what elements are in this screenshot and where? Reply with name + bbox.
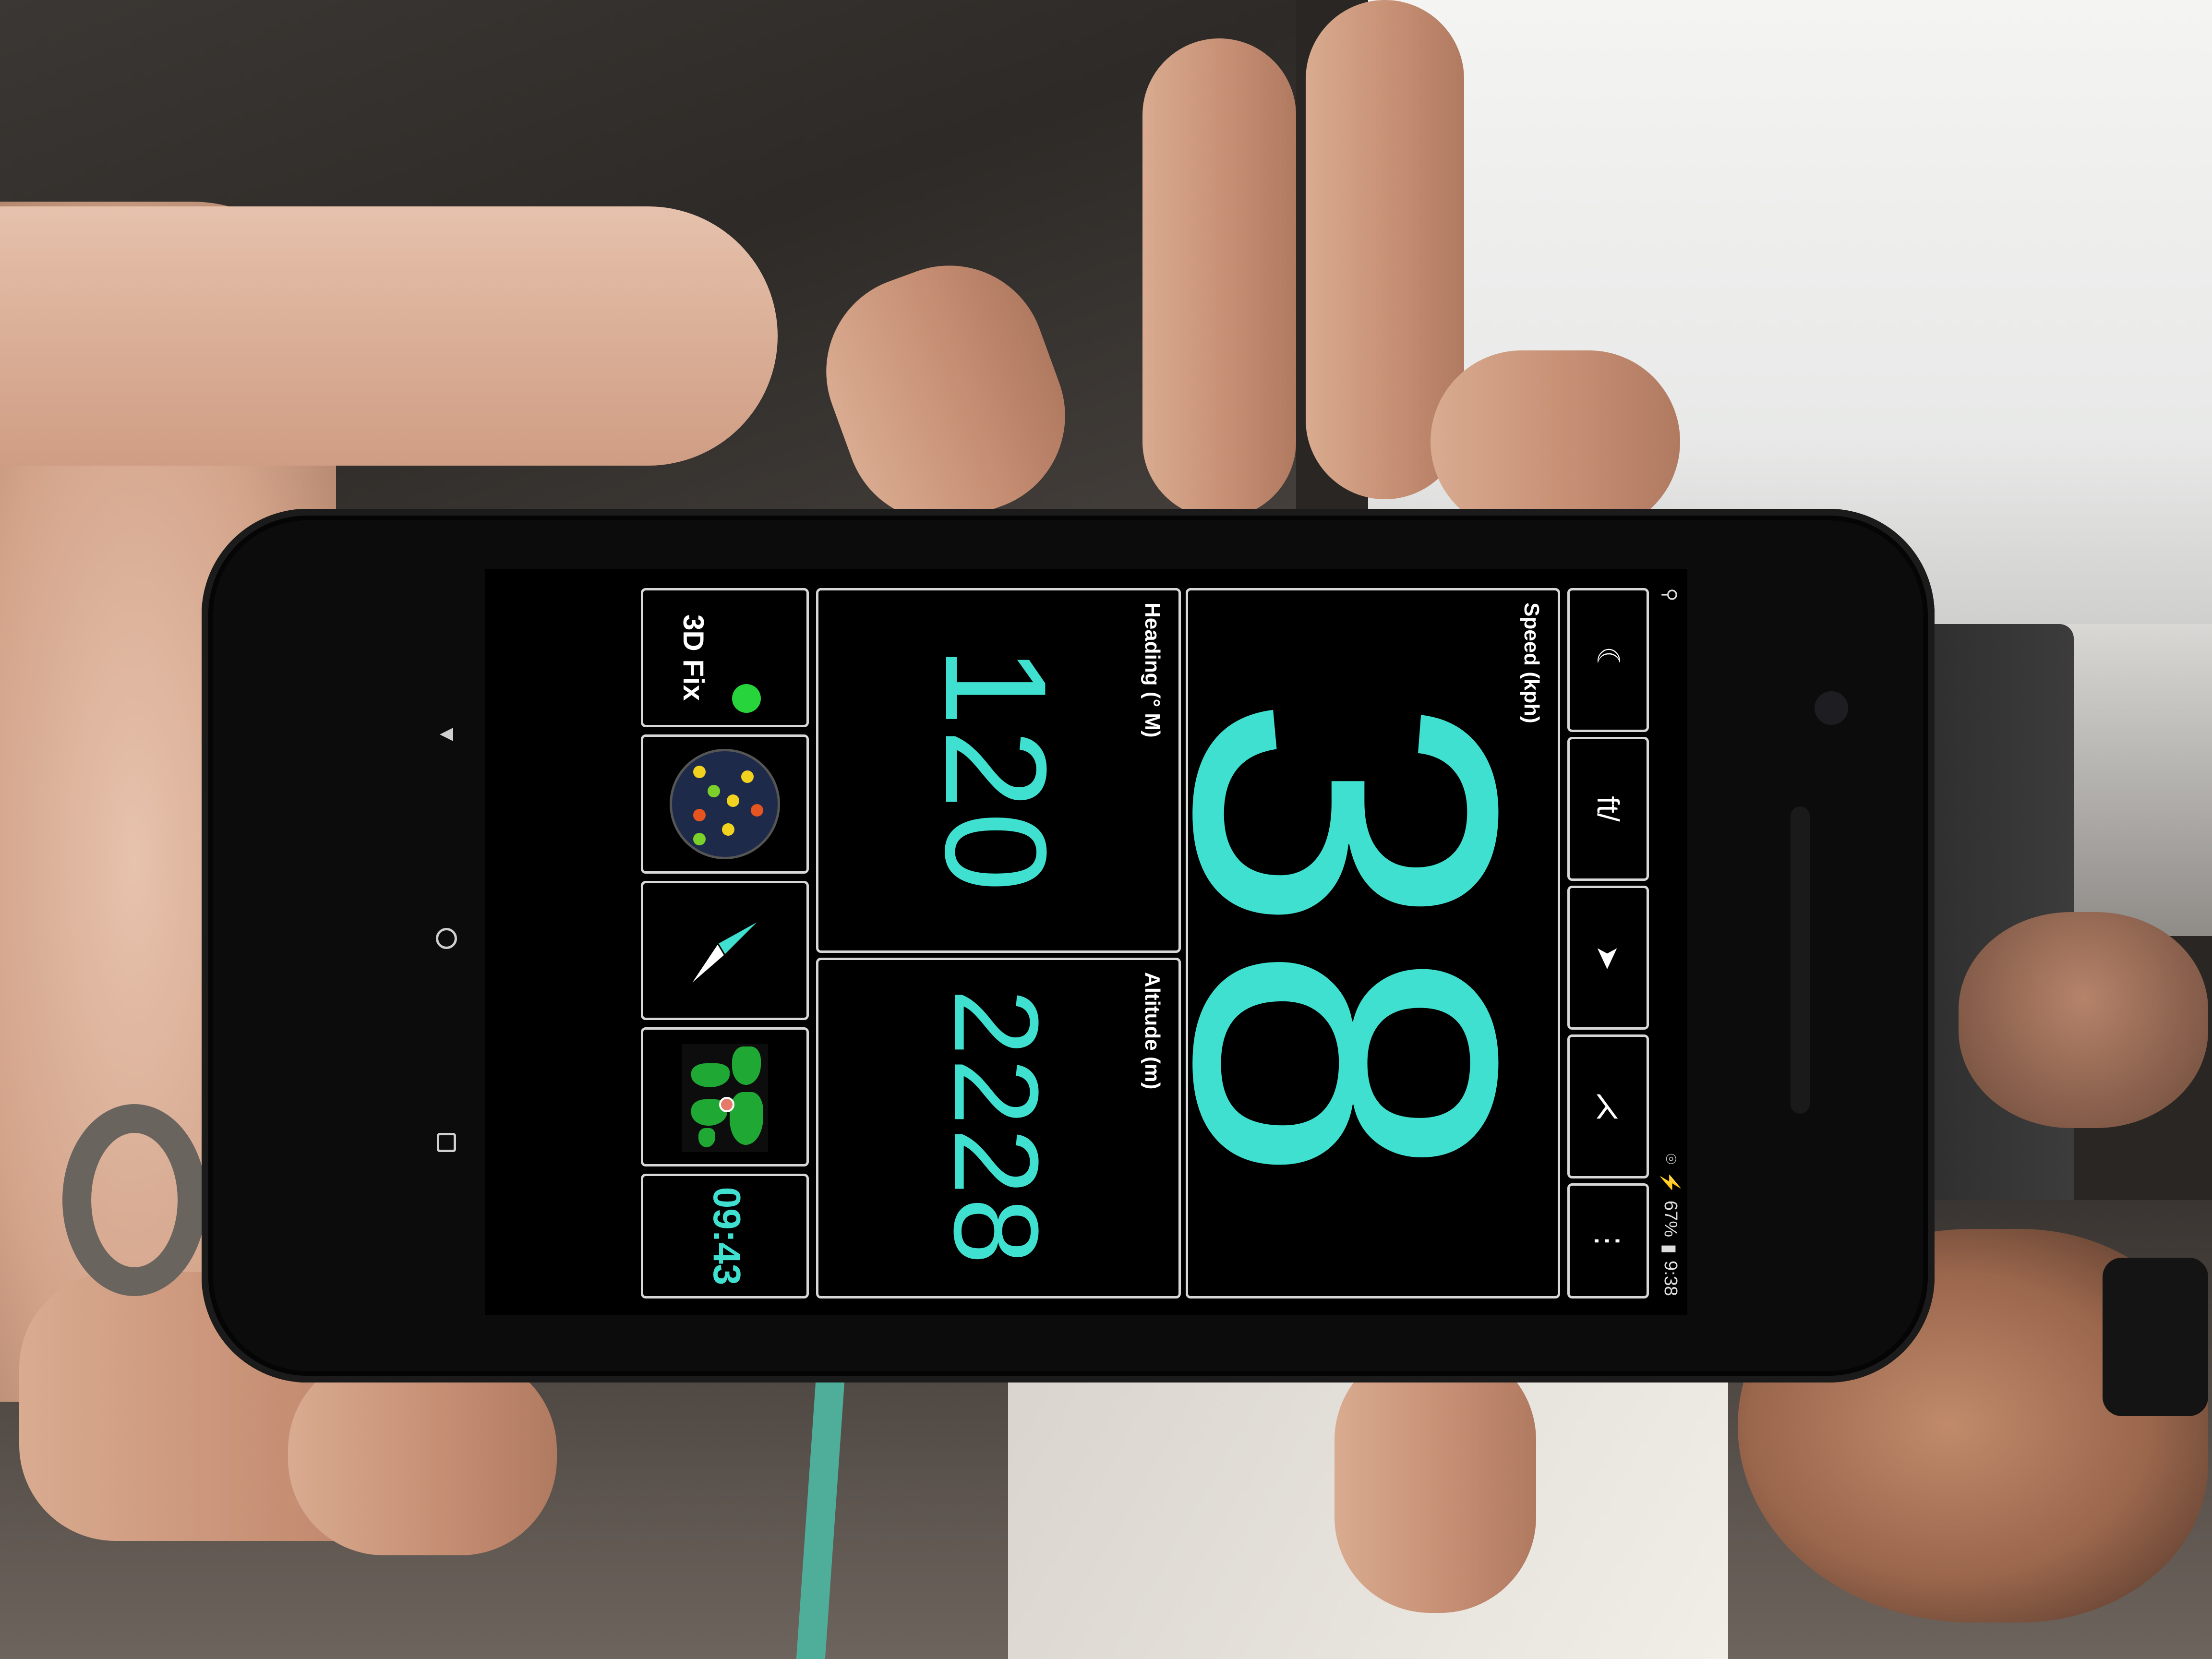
passenger-head — [1959, 912, 2208, 1128]
location-pin-icon — [719, 1097, 734, 1112]
sunglasses — [2103, 1258, 2208, 1416]
status-time: 9:38 — [1660, 1261, 1681, 1296]
recents-nav-icon[interactable] — [432, 1128, 461, 1157]
clock-button[interactable]: 09:43 — [641, 1174, 809, 1298]
satellite-dot — [693, 809, 706, 821]
satellite-dot — [708, 785, 720, 797]
status-bar: ⚲ ⌾ ⚡ 67% ▮ 9:38 — [1654, 569, 1687, 1315]
holding-finger — [288, 1354, 557, 1555]
compass-button[interactable] — [641, 881, 809, 1020]
satellite-dot — [722, 823, 734, 836]
heading-label: Heading (° M) — [1141, 602, 1164, 738]
altitude-value: 2228 — [929, 988, 1063, 1268]
map-land — [730, 1092, 763, 1145]
holding-finger — [1334, 1344, 1536, 1613]
earpiece-speaker — [1791, 806, 1810, 1114]
satellite-dot — [693, 833, 706, 845]
signal-icon: ⚡ — [1660, 1171, 1680, 1194]
battery-level: 67% — [1660, 1201, 1681, 1238]
satellite-dot — [727, 794, 739, 807]
gps-fix-button[interactable]: 3D Fix — [641, 588, 809, 727]
map-button[interactable] — [641, 1027, 809, 1166]
satellite-dot — [751, 804, 763, 817]
ring — [62, 1104, 206, 1296]
heading-value: 120 — [915, 646, 1077, 895]
altitude-panel: Altitude (m) 2228 — [816, 958, 1181, 1298]
heading-panel: Heading (° M) 120 — [816, 588, 1181, 953]
home-nav-icon[interactable] — [432, 924, 461, 953]
fix-status-dot — [732, 684, 761, 713]
holding-finger — [1431, 350, 1680, 533]
satellite-view-button[interactable] — [641, 734, 809, 874]
fix-label: 3D Fix — [677, 614, 709, 701]
satellite-sky-icon — [670, 749, 780, 859]
compass-needle-icon — [688, 918, 762, 987]
gps-app: ⚲ ⌾ ⚡ 67% ▮ 9:38 ☾ ft/ ➤ ⋌ ⋮ Speed (kph)… — [485, 569, 1687, 1315]
search-icon: ⚲ — [1659, 588, 1680, 601]
moon-icon: ☾ — [1591, 646, 1626, 674]
altitude-label: Altitude (m) — [1141, 972, 1164, 1090]
share-icon: ⋌ — [1591, 1091, 1626, 1122]
clock-time: 09:43 — [706, 1187, 748, 1286]
thumb — [0, 206, 778, 466]
map-land — [691, 1063, 730, 1087]
satellite-dot — [741, 770, 754, 783]
overflow-menu-icon: ⋮ — [1591, 1226, 1626, 1256]
map-land — [698, 1128, 715, 1147]
status-right: ⌾ ⚡ 67% ▮ 9:38 — [1659, 1154, 1681, 1296]
satellite-dot — [693, 766, 706, 778]
speed-panel: Speed (kph) 38 — [1105, 588, 1588, 1298]
speed-value: 38 — [1105, 693, 1588, 1193]
location-icon: ⌾ — [1660, 1153, 1681, 1165]
battery-icon: ▮ — [1659, 1244, 1680, 1254]
units-icon: ft/ — [1591, 796, 1625, 822]
front-camera — [1815, 691, 1848, 725]
overflow-menu-button[interactable]: ⋮ — [1567, 1183, 1649, 1298]
map-land — [732, 1046, 761, 1085]
background-finger — [1142, 38, 1296, 518]
navigation-arrow-icon: ➤ — [1591, 945, 1626, 971]
world-map-icon — [682, 1044, 768, 1152]
back-nav-icon[interactable] — [432, 720, 461, 749]
